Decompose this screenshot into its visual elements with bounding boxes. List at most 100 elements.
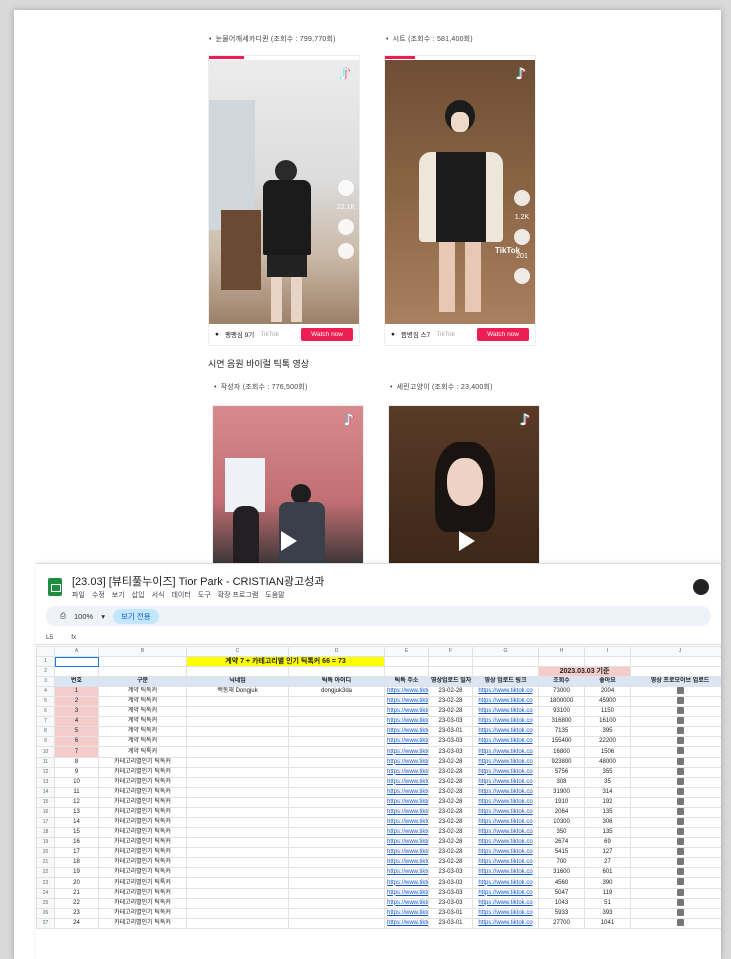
- cell[interactable]: 카테고리별인기 틱톡커: [98, 867, 187, 879]
- cell[interactable]: [288, 796, 385, 808]
- cell[interactable]: [186, 837, 289, 849]
- link-cell[interactable]: https://www.tiktok: [384, 736, 429, 748]
- cell[interactable]: 23-02-28: [428, 837, 473, 849]
- link-cell[interactable]: https://www.tiktok.co: [472, 716, 539, 728]
- cell[interactable]: 5: [54, 726, 99, 738]
- link-cell[interactable]: https://www.tiktok: [384, 857, 429, 869]
- cell[interactable]: [288, 857, 385, 869]
- menu-file[interactable]: 파일: [72, 590, 85, 600]
- tiktok-embed-card[interactable]: ♪: [212, 405, 364, 565]
- checkbox[interactable]: [676, 808, 684, 815]
- cell[interactable]: 5933: [538, 907, 585, 919]
- link-cell[interactable]: https://www.tiktok.co: [472, 857, 539, 869]
- checkbox[interactable]: [676, 717, 684, 725]
- checkbox-cell[interactable]: [630, 766, 721, 778]
- cell[interactable]: 22: [54, 897, 99, 909]
- cell[interactable]: 23-03-03: [428, 736, 473, 748]
- cell[interactable]: 카테고리별인기 틱톡커: [98, 917, 187, 929]
- row-number[interactable]: 1: [36, 656, 55, 667]
- cell[interactable]: 17: [54, 847, 99, 859]
- link-cell[interactable]: https://www.tiktok: [384, 897, 429, 909]
- cell[interactable]: [288, 917, 385, 929]
- cell[interactable]: [186, 726, 289, 738]
- cell[interactable]: 7: [54, 746, 99, 758]
- cell[interactable]: 6: [54, 736, 99, 748]
- checkbox-cell[interactable]: [630, 887, 721, 899]
- cell[interactable]: [538, 656, 585, 667]
- cell[interactable]: 23-03-03: [428, 887, 473, 899]
- row-number[interactable]: 15: [36, 796, 55, 808]
- cell[interactable]: [288, 756, 385, 768]
- cell[interactable]: 1043: [538, 897, 585, 909]
- checkbox-cell[interactable]: [630, 806, 721, 819]
- cell[interactable]: 45900: [584, 696, 631, 708]
- checkbox[interactable]: [676, 858, 684, 866]
- checkbox[interactable]: [676, 798, 684, 805]
- cell[interactable]: 4560: [538, 877, 585, 889]
- checkbox-cell[interactable]: [630, 736, 721, 748]
- row-number[interactable]: 11: [36, 756, 55, 768]
- checkbox-cell[interactable]: [630, 786, 721, 798]
- cell[interactable]: [288, 766, 385, 778]
- cell[interactable]: 24: [54, 917, 99, 929]
- column-title[interactable]: 닉네임: [186, 676, 289, 687]
- cell[interactable]: 23-02-28: [428, 756, 473, 768]
- row-number[interactable]: 4: [36, 685, 55, 698]
- cell[interactable]: [186, 736, 289, 748]
- cell[interactable]: 16: [54, 837, 99, 849]
- cell[interactable]: 923800: [538, 756, 585, 768]
- cell[interactable]: [384, 666, 429, 677]
- cell[interactable]: 카테고리별인기 틱톡커: [98, 857, 187, 869]
- cell[interactable]: 69: [584, 837, 631, 849]
- play-icon[interactable]: [459, 531, 475, 551]
- checkbox-cell[interactable]: [630, 726, 721, 738]
- link-cell[interactable]: https://www.tiktok.co: [472, 685, 539, 698]
- cell[interactable]: 23-02-28: [428, 817, 473, 829]
- cell[interactable]: [428, 666, 473, 677]
- menu-format[interactable]: 서식: [152, 590, 165, 600]
- creator-name[interactable]: 팽팽심 9기: [225, 329, 254, 339]
- row-number[interactable]: 18: [36, 827, 55, 839]
- cell[interactable]: [186, 867, 289, 879]
- cell[interactable]: 1041: [584, 917, 631, 929]
- cell[interactable]: 23-03-03: [428, 897, 473, 909]
- checkbox[interactable]: [676, 919, 684, 926]
- cell[interactable]: [288, 907, 385, 919]
- cell[interactable]: 127: [584, 847, 631, 859]
- cell[interactable]: [288, 827, 385, 839]
- cell[interactable]: 1: [54, 685, 99, 698]
- cell[interactable]: 119: [584, 887, 631, 899]
- cell[interactable]: 395: [584, 726, 631, 738]
- link-cell[interactable]: https://www.tiktok.co: [472, 796, 539, 808]
- cell[interactable]: dongjuk3da: [288, 685, 385, 698]
- creator-name[interactable]: 뜸병짐 스7: [401, 329, 430, 339]
- print-icon[interactable]: ⎙: [60, 611, 66, 621]
- cell[interactable]: [186, 897, 289, 909]
- link-cell[interactable]: https://www.tiktok: [384, 877, 429, 889]
- cell[interactable]: 316800: [538, 716, 585, 728]
- link-cell[interactable]: https://www.tiktok.co: [472, 766, 539, 778]
- row-number[interactable]: 25: [36, 897, 55, 909]
- cell[interactable]: [98, 666, 187, 677]
- checkbox[interactable]: [676, 848, 684, 856]
- cell[interactable]: 계약 틱톡커: [98, 726, 187, 738]
- cell[interactable]: [186, 806, 289, 819]
- cell[interactable]: 31900: [538, 786, 585, 798]
- cell[interactable]: 계약 틱톡커: [98, 706, 187, 718]
- cell[interactable]: 카테고리별인기 틱톡커: [98, 766, 187, 778]
- checkbox-cell[interactable]: [630, 827, 721, 839]
- cell[interactable]: [186, 917, 289, 929]
- checkbox[interactable]: [676, 758, 684, 765]
- column-header[interactable]: B: [98, 646, 187, 657]
- row-number[interactable]: 13: [36, 776, 55, 788]
- row-number[interactable]: 10: [36, 746, 55, 758]
- checkbox[interactable]: [676, 909, 684, 916]
- checkbox[interactable]: [676, 818, 684, 826]
- cell[interactable]: 1506: [584, 746, 631, 758]
- cell[interactable]: 27700: [538, 917, 585, 929]
- comment-icon[interactable]: [514, 229, 530, 245]
- cell[interactable]: 1910: [538, 796, 585, 808]
- checkbox-cell[interactable]: [630, 776, 721, 788]
- column-title[interactable]: 영상 프로모이브 업로드: [630, 676, 721, 687]
- cell[interactable]: 카테고리별인기 틱톡커: [98, 786, 187, 798]
